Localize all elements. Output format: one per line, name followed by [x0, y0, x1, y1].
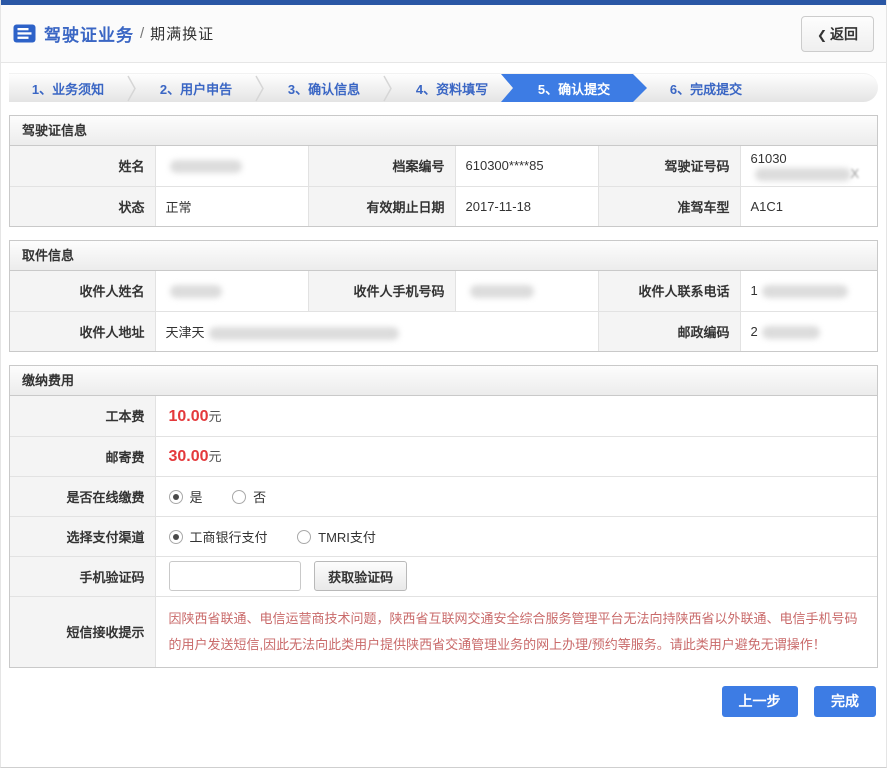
recipient-name-label: 收件人姓名 [10, 271, 156, 312]
post-fee-label: 邮寄费 [10, 435, 156, 477]
postcode-value: 2 [739, 310, 877, 351]
footer-actions: 上一步 完成 [1, 668, 886, 717]
status-label: 状态 [10, 185, 156, 226]
tab-step-6[interactable]: 6、完成提交 [647, 74, 765, 102]
breadcrumb-separator: / [140, 25, 145, 42]
breadcrumb-current: 期满换证 [150, 26, 215, 43]
chevron-left-icon: ❮ [816, 27, 827, 42]
breadcrumb-section: 驾驶证业务 [44, 26, 134, 45]
redacted-name [169, 160, 242, 174]
recipient-address-label: 收件人地址 [10, 310, 156, 351]
pay-channel-options: 工商银行支付 TMRI支付 [154, 515, 877, 557]
online-pay-options: 是 否 [154, 475, 877, 517]
postcode-label: 邮政编码 [597, 310, 741, 351]
step-separator-icon [255, 74, 265, 102]
sms-tip-text: 因陕西省联通、电信运营商技术问题，陕西省互联网交通安全综合服务管理平台无法向持陕… [168, 610, 858, 652]
back-button[interactable]: ❮ 返回 [800, 15, 874, 52]
sms-code-row: 获取验证码 [154, 555, 877, 597]
license-info-table: 姓名 档案编号 610300****85 驾驶证号码 61030X 状态 正常 … [10, 146, 877, 226]
recipient-phone-value: 1 [739, 271, 877, 312]
file-no-value: 610300****85 [454, 146, 599, 187]
status-value: 正常 [154, 185, 309, 226]
online-pay-label: 是否在线缴费 [10, 475, 156, 517]
previous-step-button[interactable]: 上一步 [721, 685, 798, 717]
vehicle-label: 准驾车型 [597, 185, 741, 226]
file-no-label: 档案编号 [307, 146, 456, 187]
page: 驾驶证业务 / 期满换证 ❮ 返回 1、业务须知 2、用户申告 3、确认信息 4、… [0, 0, 887, 768]
payment-section: 缴纳费用 工本费 10.00元 邮寄费 30.00元 是否在线缴费 是 否 选择… [9, 365, 878, 668]
radio-channel-icbc[interactable] [168, 529, 183, 544]
online-pay-no-label[interactable]: 否 [253, 490, 266, 505]
tab-step-1[interactable]: 1、业务须知 [9, 74, 127, 102]
finish-button[interactable]: 完成 [814, 685, 876, 717]
work-fee-label: 工本费 [10, 396, 156, 437]
page-header: 驾驶证业务 / 期满换证 ❮ 返回 [1, 5, 886, 63]
step-separator-icon [383, 74, 393, 102]
recipient-name-value [154, 271, 309, 312]
work-fee-value: 10.00元 [154, 396, 877, 437]
expiry-value: 2017-11-18 [454, 185, 599, 226]
sms-tip-cell: 因陕西省联通、电信运营商技术问题，陕西省互联网交通安全综合服务管理平台无法向持陕… [154, 595, 877, 667]
tab-step-5-active[interactable]: 5、确认提交 [501, 74, 647, 102]
sms-code-input[interactable] [168, 561, 301, 591]
tab-step-2[interactable]: 2、用户申告 [137, 74, 255, 102]
name-value [154, 146, 309, 187]
redacted-recipient-name [169, 285, 222, 299]
license-section-title: 驾驶证信息 [10, 116, 877, 146]
redacted-recipient-phone [761, 285, 848, 299]
pickup-info-table: 收件人姓名 收件人手机号码 收件人联系电话 1 收件人地址 天津天 邮政编码 2 [10, 271, 877, 351]
steps-bar-wrap: 1、业务须知 2、用户申告 3、确认信息 4、资料填写 5、确认提交 6、完成提… [1, 63, 886, 102]
redacted-license-no [754, 167, 851, 181]
name-label: 姓名 [10, 146, 156, 187]
recipient-address-value: 天津天 [154, 310, 599, 351]
radio-channel-tmri[interactable] [297, 529, 312, 544]
list-icon [13, 24, 36, 43]
tab-step-4[interactable]: 4、资料填写 [393, 74, 511, 102]
pay-channel-label: 选择支付渠道 [10, 515, 156, 557]
pickup-info-section: 取件信息 收件人姓名 收件人手机号码 收件人联系电话 1 收件人地址 天津天 邮… [9, 240, 878, 352]
license-info-section: 驾驶证信息 姓名 档案编号 610300****85 驾驶证号码 61030X … [9, 115, 878, 227]
get-code-button[interactable]: 获取验证码 [314, 561, 408, 591]
steps-bar-rest [765, 74, 878, 102]
redacted-recipient-address [208, 326, 399, 340]
license-no-label: 驾驶证号码 [597, 146, 741, 187]
tab-step-3[interactable]: 3、确认信息 [265, 74, 383, 102]
redacted-recipient-mobile [469, 285, 534, 299]
radio-online-pay-no[interactable] [232, 489, 247, 504]
vehicle-value: A1C1 [739, 185, 877, 226]
recipient-phone-label: 收件人联系电话 [597, 271, 741, 312]
pickup-section-title: 取件信息 [10, 241, 877, 271]
expiry-label: 有效期止日期 [307, 185, 456, 226]
license-no-value: 61030X [739, 146, 877, 187]
redacted-postcode [761, 325, 820, 339]
payment-table: 工本费 10.00元 邮寄费 30.00元 是否在线缴费 是 否 选择支付渠道 … [10, 396, 877, 667]
payment-section-title: 缴纳费用 [10, 366, 877, 396]
sms-code-label: 手机验证码 [10, 555, 156, 597]
channel-icbc-label[interactable]: 工商银行支付 [190, 530, 268, 545]
radio-online-pay-yes[interactable] [168, 489, 183, 504]
recipient-mobile-label: 收件人手机号码 [307, 271, 456, 312]
channel-tmri-label[interactable]: TMRI支付 [318, 530, 376, 545]
post-fee-value: 30.00元 [154, 435, 877, 477]
steps-bar: 1、业务须知 2、用户申告 3、确认信息 4、资料填写 5、确认提交 6、完成提… [9, 73, 878, 102]
recipient-mobile-value [454, 271, 599, 312]
sms-tip-label: 短信接收提示 [10, 595, 156, 667]
step-separator-icon [127, 74, 137, 102]
online-pay-yes-label[interactable]: 是 [190, 490, 203, 505]
